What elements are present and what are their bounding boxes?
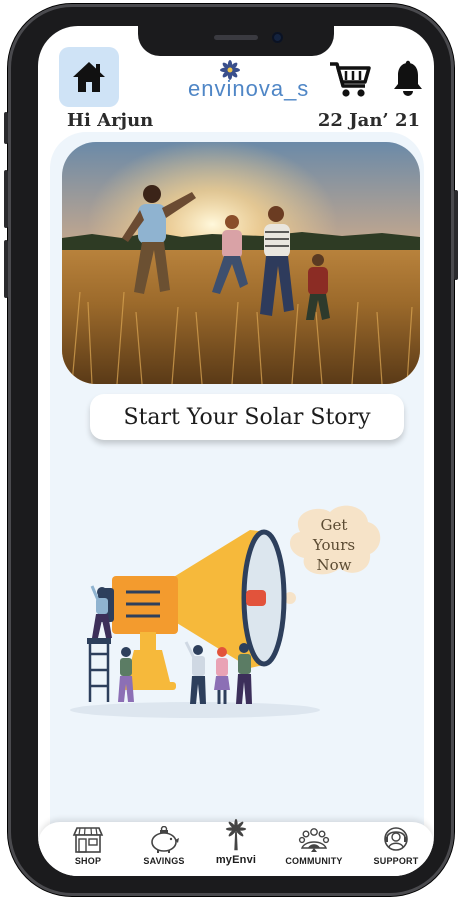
- tab-myenvi-label: myEnvi: [215, 854, 257, 866]
- tab-support-label: SUPPORT: [373, 856, 419, 866]
- promo-line-1: Get: [320, 516, 348, 534]
- tab-support[interactable]: SUPPORT: [361, 826, 431, 874]
- cart-icon: [330, 62, 371, 97]
- start-solar-story-button[interactable]: Start Your Solar Story: [90, 394, 404, 440]
- mute-switch: [4, 112, 8, 144]
- app-screen: envinova_s Hi Arjun 22 Jan’ 21 Start You…: [38, 26, 434, 876]
- promo-line-2: Yours: [312, 536, 356, 554]
- shop-icon: [72, 827, 104, 853]
- cart-button[interactable]: [328, 60, 372, 100]
- promo-line-3: Now: [316, 556, 352, 574]
- piggy-bank-icon: [151, 826, 179, 853]
- family-field-photo: [62, 142, 420, 384]
- tab-myenvi[interactable]: myEnvi: [201, 818, 271, 866]
- volume-up-button: [4, 170, 8, 228]
- bottom-tab-bar: SHOP SAVINGS myEnvi COMMUNITY SUPPORT: [38, 818, 434, 876]
- hero-image: [62, 142, 420, 384]
- get-yours-now-bubble[interactable]: Get Yours Now: [293, 515, 375, 575]
- home-button[interactable]: [59, 47, 119, 107]
- tab-community-label: COMMUNITY: [285, 856, 343, 866]
- logo-text: envinova_s: [188, 76, 310, 101]
- community-icon: [298, 828, 330, 852]
- greeting-text: Hi Arjun: [67, 110, 154, 131]
- tab-shop-label: SHOP: [74, 856, 102, 866]
- tab-savings[interactable]: SAVINGS: [129, 826, 199, 874]
- tab-savings-label: SAVINGS: [143, 856, 185, 866]
- support-icon: [384, 827, 408, 851]
- home-icon: [73, 62, 105, 92]
- phone-frame: envinova_s Hi Arjun 22 Jan’ 21 Start You…: [4, 4, 458, 896]
- date-text: 22 Jan’ 21: [317, 110, 420, 131]
- front-camera: [272, 32, 283, 43]
- bell-icon: [394, 60, 422, 96]
- notifications-button[interactable]: [392, 60, 424, 98]
- content-panel: Start Your Solar Story Get Yours Now: [50, 132, 424, 832]
- brand-logo: envinova_s: [188, 60, 310, 101]
- notch: [138, 26, 334, 56]
- power-button: [454, 190, 458, 280]
- speaker-grille: [214, 35, 258, 40]
- palm-tree-icon: [225, 818, 247, 851]
- tab-community[interactable]: COMMUNITY: [279, 826, 349, 874]
- volume-down-button: [4, 240, 8, 298]
- tab-shop[interactable]: SHOP: [53, 826, 123, 874]
